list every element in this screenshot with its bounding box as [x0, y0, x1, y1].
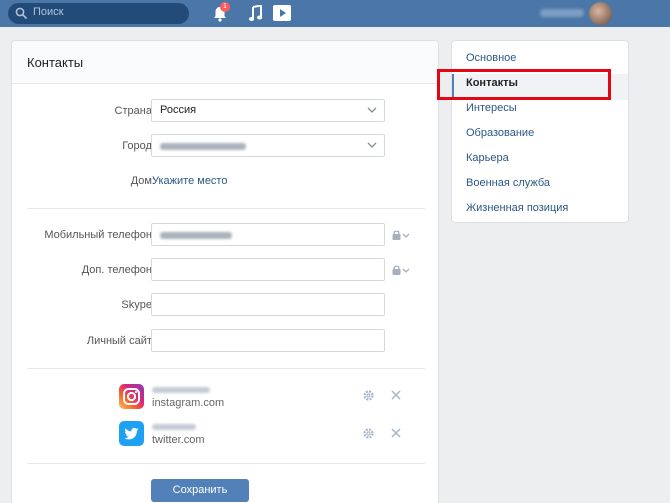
twitter-domain: twitter.com	[152, 434, 205, 446]
instagram-icon	[119, 384, 144, 409]
city-select[interactable]	[151, 134, 385, 157]
site-label: Личный сайт:	[86, 335, 155, 347]
nav-item-life-position[interactable]: Жизненная позиция	[466, 202, 568, 214]
close-icon[interactable]	[391, 428, 401, 438]
close-icon[interactable]	[391, 390, 401, 400]
save-button[interactable]: Сохранить	[151, 479, 249, 502]
search-box[interactable]: Поиск	[8, 3, 189, 24]
country-select[interactable]: Россия	[151, 99, 385, 122]
section-divider	[27, 463, 425, 464]
user-name[interactable]	[540, 9, 584, 17]
home-place-link[interactable]: Укажите место	[152, 175, 227, 187]
mobile-phone-label: Мобильный телефон:	[44, 229, 155, 241]
country-label: Страна:	[114, 105, 155, 117]
country-value: Россия	[160, 104, 197, 116]
lock-privacy-icon[interactable]	[392, 265, 411, 275]
page-title: Контакты	[27, 55, 84, 70]
search-icon	[15, 7, 27, 19]
gear-icon[interactable]	[362, 389, 375, 402]
avatar[interactable]	[589, 2, 612, 25]
skype-label: Skype:	[121, 299, 155, 311]
nav-item-career[interactable]: Карьера	[466, 152, 509, 164]
settings-nav: Основное Контакты Интересы Образование К…	[451, 40, 629, 223]
skype-input[interactable]	[151, 293, 385, 316]
section-divider	[27, 208, 425, 209]
card-header: Контакты	[12, 41, 438, 84]
annotation-highlight-box	[437, 69, 611, 100]
nav-item-education[interactable]: Образование	[466, 127, 534, 139]
video-icon[interactable]	[273, 5, 291, 21]
notification-badge: 1	[220, 2, 230, 12]
section-divider	[27, 368, 425, 369]
gear-icon[interactable]	[362, 427, 375, 440]
nav-item-military[interactable]: Военная служба	[466, 177, 550, 189]
city-value-redacted	[160, 143, 246, 150]
music-icon[interactable]	[249, 5, 263, 22]
contacts-card: Контакты Страна: Россия Город: Дом: Укаж…	[11, 40, 439, 503]
search-placeholder: Поиск	[33, 6, 64, 18]
instagram-account-redacted	[152, 387, 210, 393]
extra-phone-input[interactable]	[151, 258, 385, 281]
instagram-domain: instagram.com	[152, 397, 225, 409]
top-bar: Поиск 1	[0, 0, 670, 27]
site-input[interactable]	[151, 329, 385, 352]
chevron-down-icon	[367, 107, 377, 113]
mobile-phone-value-redacted	[160, 232, 232, 239]
chevron-down-icon	[367, 142, 377, 148]
extra-phone-label: Доп. телефон:	[81, 264, 155, 276]
mobile-phone-input[interactable]	[151, 223, 385, 246]
lock-privacy-icon[interactable]	[392, 230, 411, 240]
nav-item-basic[interactable]: Основное	[466, 52, 516, 64]
twitter-account-redacted	[152, 424, 196, 430]
twitter-icon	[119, 421, 144, 446]
nav-item-interests[interactable]: Интересы	[466, 102, 517, 114]
